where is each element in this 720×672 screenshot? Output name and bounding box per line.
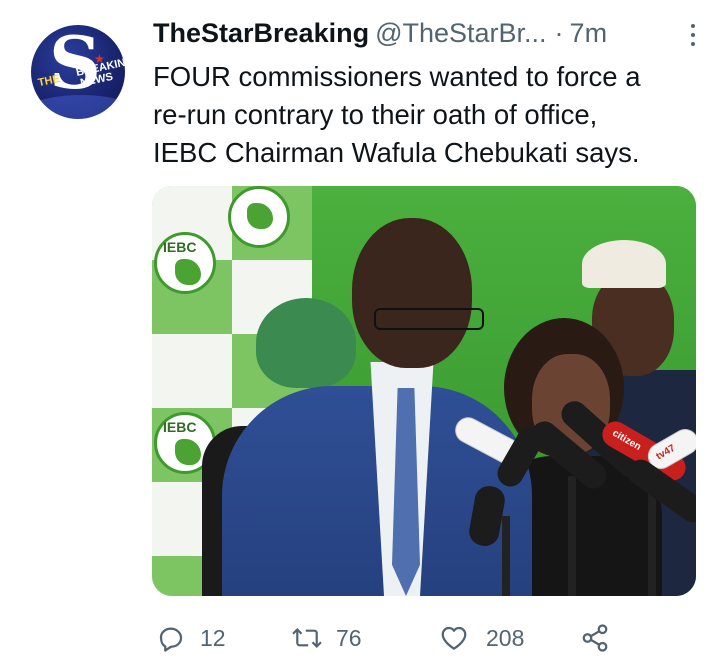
- tweet-timestamp[interactable]: 7m: [570, 18, 608, 48]
- author-name[interactable]: TheStarBreaking: [153, 18, 369, 48]
- mic-stand: [648, 486, 656, 596]
- retweet-button[interactable]: 76: [290, 618, 362, 658]
- chairman-head: [352, 218, 472, 368]
- mic-stand: [502, 516, 510, 596]
- mic-stand: [568, 476, 576, 596]
- like-button[interactable]: 208: [438, 618, 524, 658]
- tweet-header: TheStarBreaking @TheStarBr... · 7m: [153, 18, 698, 54]
- mic-label-tv47: tv47: [654, 442, 678, 463]
- retweet-count: 76: [336, 624, 362, 651]
- banner-tile: [152, 334, 232, 408]
- reply-button[interactable]: 12: [156, 618, 226, 658]
- reply-icon: [156, 623, 186, 653]
- reply-count: 12: [200, 624, 226, 651]
- share-button[interactable]: [580, 618, 610, 658]
- author-avatar[interactable]: S THE ★ BREAKING NEWS: [31, 25, 125, 119]
- tweet-text-line: FOUR commissioners wanted to force a: [153, 61, 641, 92]
- iebc-logo-text: IEBC: [163, 239, 197, 255]
- person-left-hijab: [256, 298, 356, 388]
- tweet-photo[interactable]: IEBC IEBC citizen tv47: [152, 186, 696, 596]
- iebc-logo: IEBC: [154, 232, 216, 294]
- kenya-map-icon: [247, 203, 273, 229]
- like-count: 208: [486, 624, 525, 651]
- tweet-text: FOUR commissioners wanted to force a re-…: [153, 58, 703, 172]
- share-icon: [580, 623, 610, 653]
- tweet-text-line: IEBC Chairman Wafula Chebukati says.: [153, 137, 640, 168]
- more-options-icon[interactable]: [688, 24, 698, 50]
- header-separator: ·: [554, 18, 564, 48]
- tweet-actions: 12 76 208: [152, 618, 712, 658]
- kenya-map-icon: [175, 439, 201, 465]
- author-handle[interactable]: @TheStarBr...: [375, 18, 546, 48]
- heart-icon: [438, 623, 470, 653]
- chairman-glasses: [374, 308, 484, 330]
- iebc-logo-text: IEBC: [163, 419, 197, 435]
- retweet-icon: [290, 623, 324, 653]
- tweet[interactable]: S THE ★ BREAKING NEWS TheStarBreaking @Th…: [0, 0, 720, 672]
- iebc-logo: [228, 186, 290, 248]
- kenya-map-icon: [175, 259, 201, 285]
- tweet-text-line: re-run contrary to their oath of office,: [153, 99, 598, 130]
- person-right-cap: [582, 240, 666, 288]
